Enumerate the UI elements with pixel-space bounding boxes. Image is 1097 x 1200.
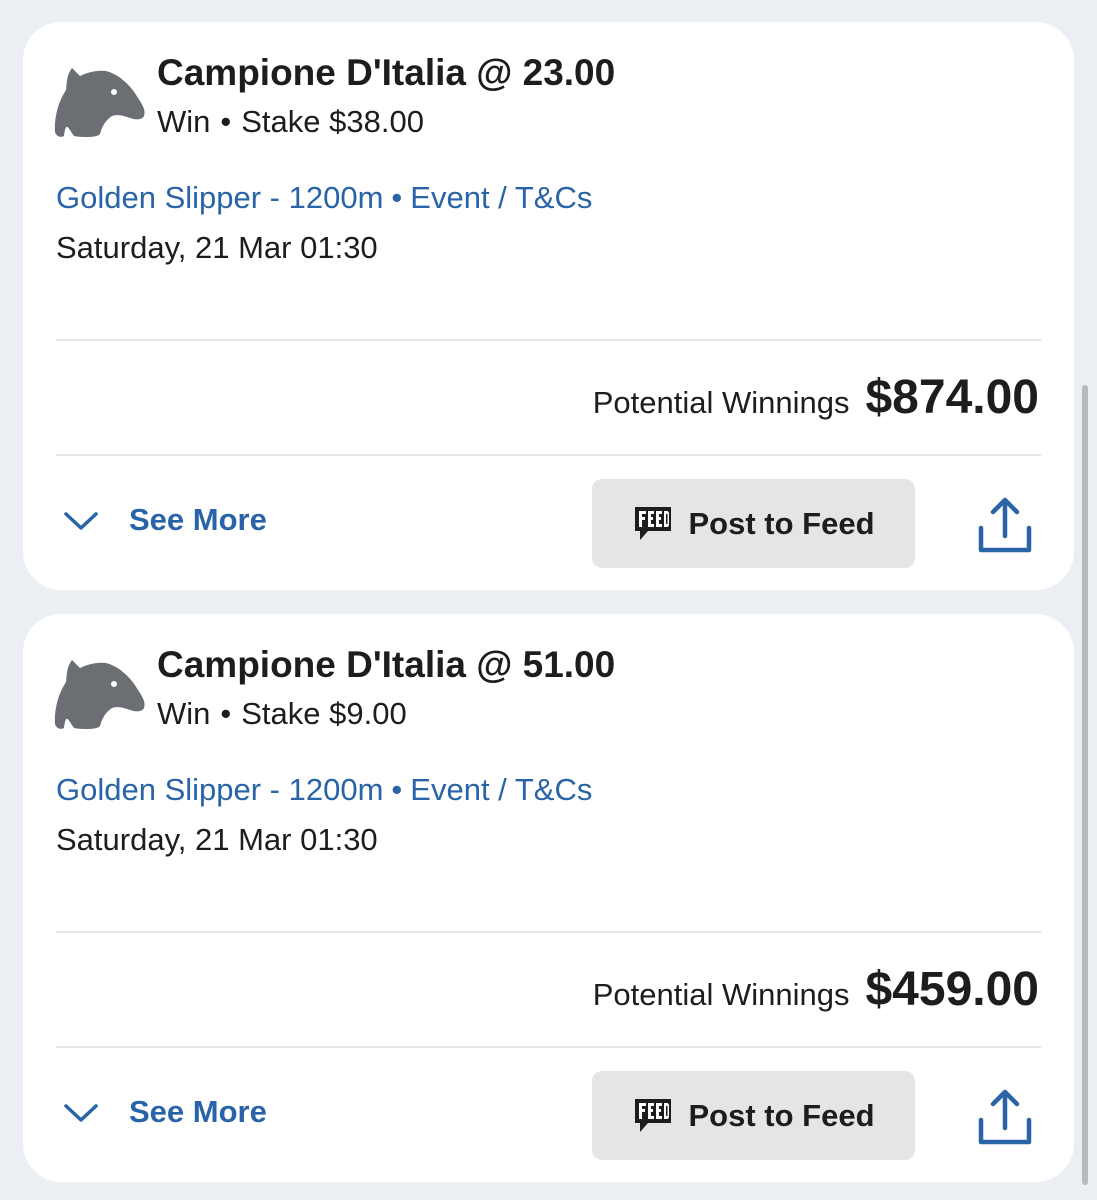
- post-to-feed-button[interactable]: Post to Feed: [592, 479, 915, 568]
- event-date: Saturday, 21 Mar 01:30: [56, 230, 378, 265]
- event-line: Golden Slipper - 1200m • Event / T&Cs: [56, 772, 593, 807]
- bet-stake: Stake $9.00: [241, 696, 407, 731]
- chevron-down-icon: [64, 512, 98, 530]
- post-to-feed-button[interactable]: Post to Feed: [592, 1071, 915, 1160]
- potential-winnings: Potential Winnings $459.00: [593, 962, 1039, 1017]
- winnings-value: $459.00: [865, 963, 1039, 1016]
- winnings-value: $874.00: [865, 371, 1039, 424]
- bet-title: Campione D'Italia @ 51.00: [157, 644, 616, 685]
- post-to-feed-label: Post to Feed: [688, 1097, 875, 1133]
- bet-stake: Stake $38.00: [241, 104, 424, 139]
- see-more-button[interactable]: See More: [61, 1086, 267, 1138]
- bet-summary: Win • Stake $38.00: [157, 104, 424, 139]
- feed-icon: [635, 1098, 672, 1132]
- winnings-label: Potential Winnings: [592, 385, 850, 420]
- divider: [56, 931, 1041, 933]
- event-line: Golden Slipper - 1200m • Event / T&Cs: [56, 180, 593, 215]
- see-more-label: See More: [129, 502, 267, 537]
- chevron-down-icon: [64, 1104, 98, 1122]
- horse-head-icon: [54, 68, 145, 138]
- post-to-feed-label: Post to Feed: [688, 505, 875, 541]
- bet-card: Campione D'Italia @ 23.00 Win • Stake $38.…: [23, 22, 1074, 590]
- event-date: Saturday, 21 Mar 01:30: [56, 822, 378, 857]
- feed-icon: [635, 506, 672, 540]
- divider: [56, 454, 1041, 456]
- see-more-button[interactable]: See More: [61, 494, 267, 546]
- bet-type: Win: [157, 696, 211, 731]
- bet-title: Campione D'Italia @ 23.00: [157, 52, 616, 93]
- event-tcs-link[interactable]: Event / T&Cs: [410, 180, 592, 215]
- bet-card: Campione D'Italia @ 51.00 Win • Stake $9.0…: [23, 614, 1074, 1182]
- event-name-link[interactable]: Golden Slipper - 1200m: [56, 772, 383, 807]
- potential-winnings: Potential Winnings $874.00: [593, 370, 1039, 425]
- horse-head-icon: [54, 660, 145, 730]
- divider: [56, 1046, 1041, 1048]
- bet-summary: Win • Stake $9.00: [157, 696, 407, 731]
- share-icon[interactable]: [973, 492, 1037, 556]
- winnings-label: Potential Winnings: [592, 977, 850, 1012]
- bet-type: Win: [157, 104, 211, 139]
- event-name-link[interactable]: Golden Slipper - 1200m: [56, 180, 383, 215]
- share-icon[interactable]: [973, 1084, 1037, 1148]
- scrollbar[interactable]: [1082, 385, 1088, 1185]
- event-tcs-link[interactable]: Event / T&Cs: [410, 772, 592, 807]
- see-more-label: See More: [129, 1094, 267, 1129]
- divider: [56, 339, 1041, 341]
